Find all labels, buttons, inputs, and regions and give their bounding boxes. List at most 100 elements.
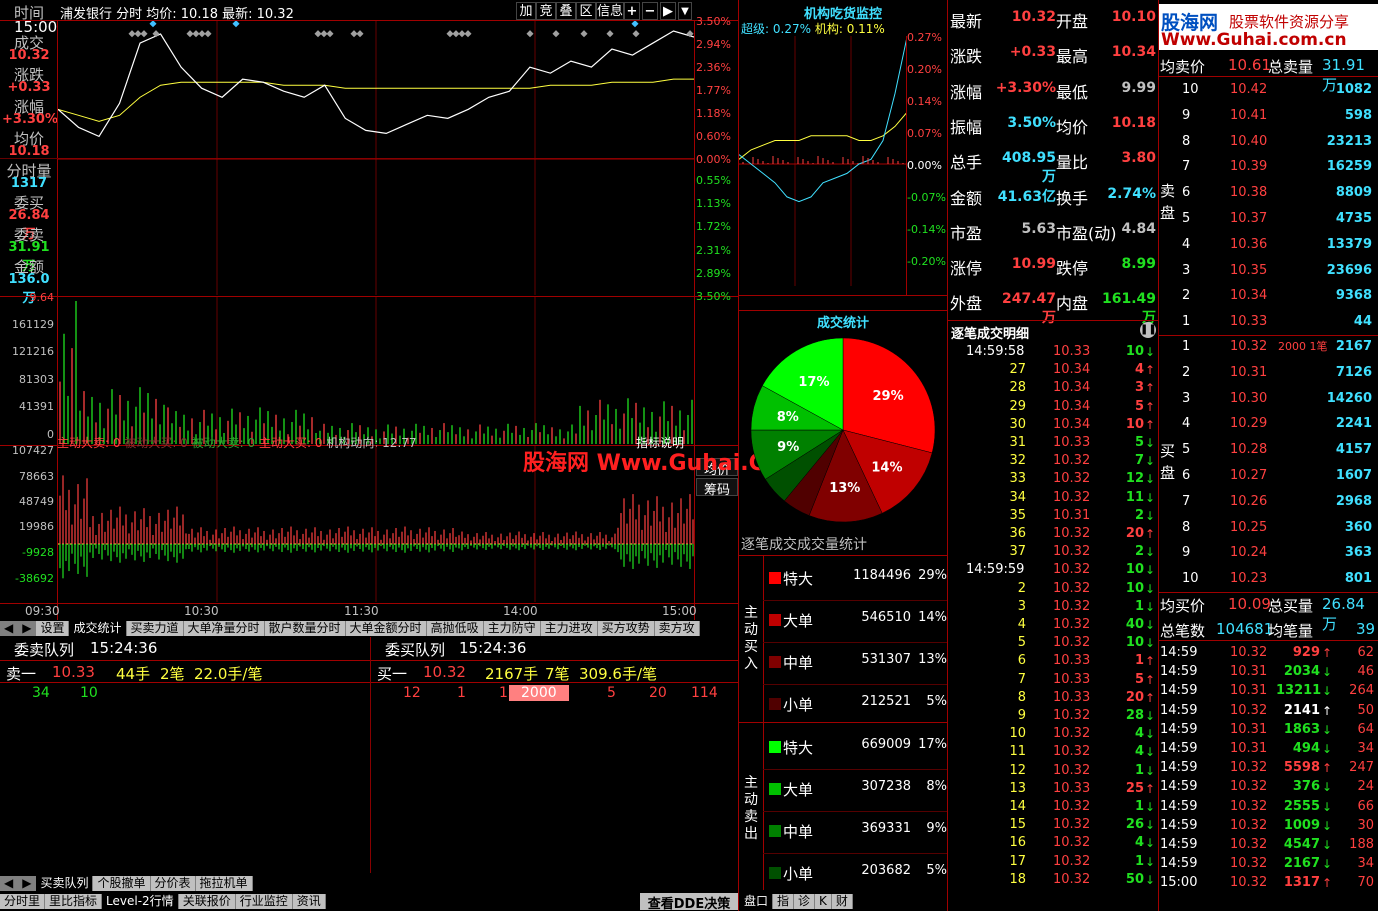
tab-finance[interactable]: 财 xyxy=(831,894,853,909)
quote-value: 10.99 xyxy=(1011,256,1056,273)
tick-volume-down: 26 xyxy=(1125,817,1144,833)
tab-ratio[interactable]: 里比指标 xyxy=(45,894,103,909)
deal-time: 14:59 xyxy=(1160,760,1198,776)
sell-level: 4 xyxy=(1182,236,1191,252)
tab-buy-sell-force[interactable]: 买卖力道 xyxy=(126,621,184,636)
buy-price: 10.29 xyxy=(1230,416,1268,432)
tab-index[interactable]: 指 xyxy=(773,894,795,909)
zoom-in-icon[interactable]: + xyxy=(624,2,640,20)
buy-queue-val: 2000 xyxy=(509,685,569,701)
tick-time: 4 xyxy=(1017,617,1026,632)
tick-time: 14:59:59 xyxy=(966,562,1025,578)
deal-volume-up: 1317 xyxy=(1283,875,1320,891)
flow-axis-tick: -38692 xyxy=(15,572,54,585)
tick-price: 10.32 xyxy=(1053,544,1091,560)
tab-level2[interactable]: Level-2行情 xyxy=(102,894,179,909)
buy-volume: 801 xyxy=(1344,571,1372,587)
arrow-down-icon: ↓ xyxy=(1322,665,1333,680)
sell-queue-time: 15:24:36 xyxy=(90,639,158,657)
buy-price: 10.23 xyxy=(1230,571,1268,587)
tab-retail-count[interactable]: 散户数量分时 xyxy=(264,621,346,636)
tick-time: 34 xyxy=(1009,489,1026,505)
sell-level: 7 xyxy=(1182,159,1191,175)
tick-price: 10.33 xyxy=(1053,780,1091,796)
arrow-up-icon: ↑ xyxy=(1145,527,1156,541)
buy1-avg: 309.6手/笔 xyxy=(579,665,657,683)
tab-settings[interactable]: 设置 xyxy=(36,621,70,636)
deal-time: 14:59 xyxy=(1160,683,1198,699)
stats-swatch xyxy=(769,783,781,795)
tab-trade-stats[interactable]: 成交统计 xyxy=(69,621,127,636)
tab-next-icon[interactable]: ▶ xyxy=(18,876,37,891)
tick-time: 10 xyxy=(1009,726,1026,742)
stats-swatch xyxy=(769,698,781,710)
tab-prev-icon[interactable]: ◀ xyxy=(0,876,19,891)
right-arrow-icon[interactable]: ▶ xyxy=(660,2,676,20)
buy-volume: 7126 xyxy=(1335,364,1372,380)
buy-volume: 2241 xyxy=(1335,416,1372,432)
tab-diagnose[interactable]: 诊 xyxy=(794,894,816,909)
tab-handicap[interactable]: 盘口 xyxy=(740,894,774,909)
tab-news[interactable]: 资讯 xyxy=(292,894,326,909)
tab-big-amount[interactable]: 大单金额分时 xyxy=(345,621,427,636)
tab-main-attack[interactable]: 主力进攻 xyxy=(540,621,598,636)
trade-stats-panel: 成交统计 29% 14% 13% 9% 8% 17% 逐笔成交成交量统计 主动买入 主动卖… xyxy=(739,310,947,890)
tick-price: 10.32 xyxy=(1053,526,1091,541)
toolbar-button-overlay[interactable]: 叠 xyxy=(556,2,576,20)
tab-main-defense[interactable]: 主力防守 xyxy=(483,621,541,636)
buy-total-label: 总买量 xyxy=(1268,597,1314,615)
pause-icon[interactable]: ❚❚ xyxy=(1140,322,1157,338)
buy-price: 10.26 xyxy=(1230,493,1268,509)
toolbar-button-add[interactable]: 加 xyxy=(516,2,536,20)
deal-price: 10.32 xyxy=(1230,779,1268,795)
buy-level: 6 xyxy=(1182,468,1191,483)
tab-queue[interactable]: 买卖队列 xyxy=(36,876,94,891)
chip-button[interactable]: 筹码 xyxy=(696,478,738,498)
tick-time: 6 xyxy=(1017,653,1026,669)
deal-volume-down: 2034 xyxy=(1283,664,1320,680)
tab-seller-attack[interactable]: 卖方攻 xyxy=(654,621,700,636)
toolbar-button-info[interactable]: 信息 xyxy=(596,2,624,20)
tab-prev-icon[interactable]: ◀ xyxy=(0,621,19,636)
tick-price: 10.32 xyxy=(1053,453,1091,469)
tab-high-low[interactable]: 高抛低吸 xyxy=(426,621,484,636)
deal-price: 10.32 xyxy=(1230,875,1268,891)
tab-cancel[interactable]: 个股撤单 xyxy=(93,876,151,891)
tab-intraday[interactable]: 分时里 xyxy=(0,894,46,909)
avg-lot-value: 39 xyxy=(1356,620,1376,638)
tab-related[interactable]: 关联报价 xyxy=(178,894,236,909)
deal-price: 10.32 xyxy=(1230,817,1268,833)
tick-time: 32 xyxy=(1009,453,1026,469)
deal-price: 10.32 xyxy=(1230,798,1268,814)
tab-industry[interactable]: 行业监控 xyxy=(235,894,293,909)
stats-volume: 369331 xyxy=(861,821,911,836)
left-label-value: +3.30% xyxy=(2,112,58,127)
tick-time: 16 xyxy=(1009,835,1026,851)
tab-buyer-attack[interactable]: 买方攻势 xyxy=(597,621,655,636)
tab-big-net[interactable]: 大单净量分时 xyxy=(183,621,265,636)
quote-label: 最低 xyxy=(1056,82,1089,102)
tab-kline[interactable]: K xyxy=(815,894,832,909)
buy-avg-label: 均买价 xyxy=(1160,597,1206,615)
arrow-down-icon: ↓ xyxy=(1145,618,1156,632)
dropdown-icon[interactable]: ▼ xyxy=(678,2,692,20)
quote-label: 跌停 xyxy=(1056,259,1089,279)
tab-tractor[interactable]: 拖拉机单 xyxy=(195,876,253,891)
quote-value: 9.99 xyxy=(1121,79,1156,96)
buy-level: 9 xyxy=(1182,545,1191,561)
arrow-down-icon: ↓ xyxy=(1145,636,1156,651)
tick-row: 30 10.34 10 ↑ xyxy=(948,416,1158,434)
buy-level: 1 xyxy=(1182,339,1191,354)
sell-volume: 4735 xyxy=(1335,211,1372,226)
stats-percent: 17% xyxy=(918,737,947,752)
tick-time: 36 xyxy=(1009,526,1026,541)
toolbar-button-range[interactable]: 区 xyxy=(576,2,596,20)
zoom-out-icon[interactable]: − xyxy=(642,2,658,20)
dde-button[interactable]: 查看DDE决策 xyxy=(640,893,738,911)
tick-volume-down: 40 xyxy=(1125,617,1144,632)
stats-size-label: 特大 xyxy=(783,739,814,757)
tab-price-table[interactable]: 分价表 xyxy=(150,876,196,891)
tab-next-icon[interactable]: ▶ xyxy=(18,621,37,636)
toolbar-button-auction[interactable]: 竞 xyxy=(536,2,556,20)
tick-price: 10.32 xyxy=(1053,799,1091,814)
